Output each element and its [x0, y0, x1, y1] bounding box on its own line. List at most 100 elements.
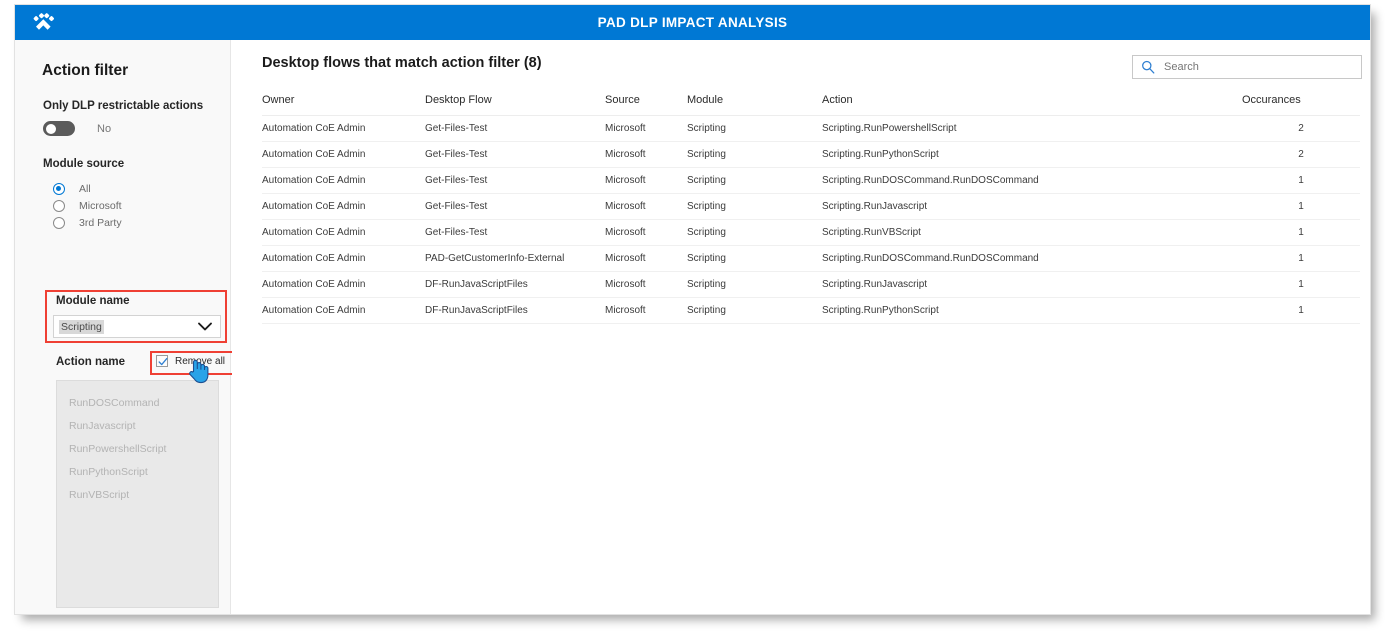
app-title: PAD DLP IMPACT ANALYSIS: [597, 15, 788, 30]
cell-module: Scripting: [687, 271, 822, 298]
cell-flow[interactable]: DF-RunJavaScriptFiles: [425, 271, 605, 298]
cell-flow[interactable]: Get-Files-Test: [425, 193, 605, 220]
cell-source: Microsoft: [605, 141, 687, 168]
cell-module: Scripting: [687, 167, 822, 194]
cell-action: Scripting.RunDOSCommand.RunDOSCommand: [822, 245, 1242, 272]
list-item[interactable]: RunJavascript: [57, 415, 218, 438]
radio-option-3rd-party[interactable]: 3rd Party: [53, 214, 122, 231]
list-item[interactable]: RunVBScript: [57, 484, 218, 507]
cell-owner[interactable]: Automation CoE Admin: [262, 219, 425, 246]
cell-source: Microsoft: [605, 271, 687, 298]
remove-all-checkbox[interactable]: [156, 355, 168, 367]
column-header-source[interactable]: Source: [605, 90, 687, 116]
toggle-knob: [45, 123, 56, 134]
cell-action: Scripting.RunPowershellScript: [822, 115, 1242, 142]
sidebar-title: Action filter: [42, 62, 129, 79]
list-item[interactable]: RunPowershellScript: [57, 438, 218, 461]
cell-flow[interactable]: PAD-GetCustomerInfo-External: [425, 245, 605, 272]
cell-occurances: 1: [1242, 167, 1360, 194]
module-name-dropdown[interactable]: Scripting: [53, 315, 221, 338]
cell-occurances: 1: [1242, 297, 1360, 324]
cell-owner[interactable]: Automation CoE Admin: [262, 167, 425, 194]
column-header-owner[interactable]: Owner: [262, 90, 425, 116]
module-name-value: Scripting: [59, 319, 104, 334]
table-header-row: Owner Desktop Flow Source Module Action …: [262, 90, 1360, 116]
dlp-toggle-row: No: [43, 121, 111, 136]
cell-flow[interactable]: Get-Files-Test: [425, 219, 605, 246]
cell-source: Microsoft: [605, 297, 687, 324]
cell-occurances: 1: [1242, 193, 1360, 220]
desktop-flows-table: Owner Desktop Flow Source Module Action …: [262, 90, 1360, 324]
dlp-toggle-value: No: [97, 122, 112, 135]
cell-owner[interactable]: Automation CoE Admin: [262, 115, 425, 142]
cell-owner[interactable]: Automation CoE Admin: [262, 271, 425, 298]
radio-all-icon: [53, 182, 65, 195]
cell-action: Scripting.RunJavascript: [822, 271, 1242, 298]
column-header-module[interactable]: Module: [687, 90, 822, 116]
page-title: Desktop flows that match action filter (…: [262, 55, 542, 71]
cell-module: Scripting: [687, 245, 822, 272]
cell-occurances: 1: [1242, 271, 1360, 298]
cell-source: Microsoft: [605, 245, 687, 272]
column-header-desktop-flow[interactable]: Desktop Flow: [425, 90, 605, 116]
table-row[interactable]: Automation CoE Admin DF-RunJavaScriptFil…: [262, 297, 1360, 324]
dlp-restrictable-toggle[interactable]: [43, 121, 75, 136]
table-row[interactable]: Automation CoE Admin Get-Files-Test Micr…: [262, 115, 1360, 142]
list-item[interactable]: RunPythonScript: [57, 461, 218, 484]
radio-3rd-party-icon: [53, 216, 65, 229]
cell-module: Scripting: [687, 219, 822, 246]
table-body: Automation CoE Admin Get-Files-Test Micr…: [262, 115, 1360, 324]
table-row[interactable]: Automation CoE Admin Get-Files-Test Micr…: [262, 219, 1360, 246]
cell-occurances: 1: [1242, 219, 1360, 246]
table-row[interactable]: Automation CoE Admin Get-Files-Test Micr…: [262, 167, 1360, 194]
list-item[interactable]: RunDOSCommand: [57, 392, 218, 415]
cell-source: Microsoft: [605, 193, 687, 220]
cell-action: Scripting.RunJavascript: [822, 193, 1242, 220]
app-titlebar: PAD DLP IMPACT ANALYSIS: [15, 5, 1370, 40]
cell-owner[interactable]: Automation CoE Admin: [262, 297, 425, 324]
remove-all-control[interactable]: Remove all: [156, 355, 225, 367]
cell-source: Microsoft: [605, 115, 687, 142]
cell-flow[interactable]: DF-RunJavaScriptFiles: [425, 297, 605, 324]
cell-flow[interactable]: Get-Files-Test: [425, 167, 605, 194]
main-panel: Desktop flows that match action filter (…: [232, 40, 1370, 614]
table-row[interactable]: Automation CoE Admin PAD-GetCustomerInfo…: [262, 245, 1360, 272]
radio-option-all[interactable]: All: [53, 180, 122, 197]
column-header-action[interactable]: Action: [822, 90, 1242, 116]
cell-owner[interactable]: Automation CoE Admin: [262, 245, 425, 272]
cell-action: Scripting.RunPythonScript: [822, 297, 1242, 324]
module-source-label: Module source: [43, 158, 125, 170]
module-source-radio-group: All Microsoft 3rd Party: [53, 180, 122, 231]
cell-module: Scripting: [687, 115, 822, 142]
action-name-listbox[interactable]: RunDOSCommand RunJavascript RunPowershel…: [56, 380, 219, 608]
cell-module: Scripting: [687, 297, 822, 324]
search-box[interactable]: [1132, 55, 1362, 79]
cell-module: Scripting: [687, 193, 822, 220]
cell-module: Scripting: [687, 141, 822, 168]
search-input[interactable]: [1162, 60, 1342, 74]
table-row[interactable]: Automation CoE Admin Get-Files-Test Micr…: [262, 193, 1360, 220]
app-window: PAD DLP IMPACT ANALYSIS Action filter On…: [14, 4, 1371, 615]
cell-action: Scripting.RunVBScript: [822, 219, 1242, 246]
cell-owner[interactable]: Automation CoE Admin: [262, 193, 425, 220]
cell-flow[interactable]: Get-Files-Test: [425, 141, 605, 168]
radio-3rd-party-label: 3rd Party: [79, 216, 122, 229]
module-name-label: Module name: [56, 295, 130, 307]
dlp-toggle-label: Only DLP restrictable actions: [43, 100, 204, 112]
table-row[interactable]: Automation CoE Admin Get-Files-Test Micr…: [262, 141, 1360, 168]
cell-occurances: 2: [1242, 141, 1360, 168]
action-filter-sidebar: Action filter Only DLP restrictable acti…: [15, 40, 240, 614]
radio-all-label: All: [79, 182, 91, 195]
cell-occurances: 2: [1242, 115, 1360, 142]
cell-action: Scripting.RunDOSCommand.RunDOSCommand: [822, 167, 1242, 194]
radio-microsoft-label: Microsoft: [79, 199, 122, 212]
cell-source: Microsoft: [605, 167, 687, 194]
column-header-occurances[interactable]: Occurances: [1242, 90, 1360, 116]
radio-option-microsoft[interactable]: Microsoft: [53, 197, 122, 214]
search-icon: [1141, 60, 1155, 74]
cell-owner[interactable]: Automation CoE Admin: [262, 141, 425, 168]
radio-microsoft-icon: [53, 199, 65, 212]
cell-flow[interactable]: Get-Files-Test: [425, 115, 605, 142]
cell-occurances: 1: [1242, 245, 1360, 272]
table-row[interactable]: Automation CoE Admin DF-RunJavaScriptFil…: [262, 271, 1360, 298]
